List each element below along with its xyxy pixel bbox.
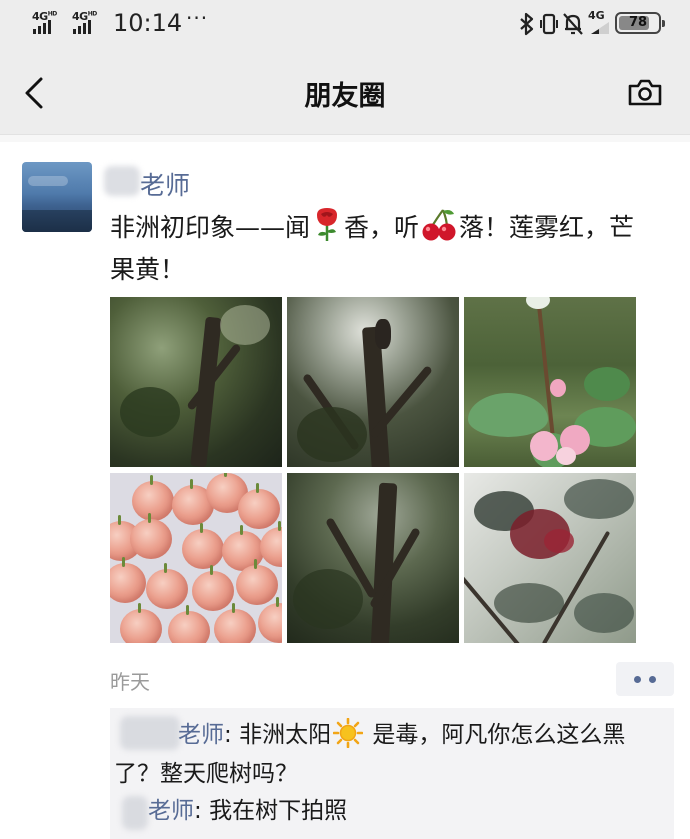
signal-4g-hd-icon-2: 4GHD: [72, 10, 104, 34]
comment-item[interactable]: 老师: 非洲太阳 是毒，阿凡你怎么这么黑了？整天爬树吗？: [114, 716, 670, 794]
more-notifications-icon: ···: [186, 6, 209, 30]
page-title: 朋友圈: [304, 81, 386, 112]
bluetooth-icon: [520, 12, 534, 36]
battery-icon: 78: [615, 12, 665, 34]
comments-section: 老师: 非洲太阳 是毒，阿凡你怎么这么黑了？整天爬树吗？ 老师: 我在树下拍照: [110, 708, 674, 839]
flowering-branches-photo[interactable]: [464, 473, 636, 643]
vibrate-icon: [540, 13, 558, 35]
post-timestamp: 昨天: [110, 670, 150, 694]
mute-bell-icon: [563, 13, 583, 35]
signal-4g-hd-icon: 4GHD: [32, 10, 64, 34]
post-author-name[interactable]: 老师: [140, 166, 190, 202]
clock: 10:14: [113, 9, 183, 37]
comment-text: 我在树下拍照: [209, 798, 348, 824]
navigation-bar: 朋友圈: [0, 50, 690, 134]
signal-4g-icon: 4G: [588, 9, 612, 35]
dot-icon: [649, 676, 656, 683]
camera-icon[interactable]: [627, 77, 663, 107]
wax-apples-plate-photo[interactable]: [110, 473, 282, 643]
header-divider: [0, 134, 690, 142]
comment-text-part-1: 非洲太阳: [239, 722, 332, 748]
post-text: 非洲初印象——闻 香，听 落！莲雾红，芒果黄！: [110, 206, 650, 291]
wax-apple-branch-photo[interactable]: [464, 297, 636, 467]
comment-item[interactable]: 老师: 我在树下拍照: [114, 792, 670, 831]
post-text-part-1: 非洲初印象——闻: [110, 213, 311, 242]
post-text-part-2: 香，听: [344, 213, 420, 242]
sun-emoji: [333, 718, 364, 748]
comment-author[interactable]: 老师: [178, 722, 224, 748]
blurred-name-mask: [104, 166, 140, 196]
person-in-tree-photo[interactable]: [287, 297, 459, 467]
dot-icon: [634, 676, 641, 683]
tree-trunk-photo[interactable]: [287, 473, 459, 643]
rose-emoji: [317, 208, 338, 241]
avatar[interactable]: [22, 162, 92, 232]
comment-author[interactable]: 老师: [148, 798, 194, 824]
status-bar: 4GHD 4GHD 10:14 ··· 4G 78: [0, 0, 690, 50]
tree-canopy-photo[interactable]: [110, 297, 282, 467]
battery-level: 78: [628, 15, 648, 30]
photo-grid: [110, 297, 636, 643]
cherries-emoji: [422, 209, 456, 241]
more-actions-button[interactable]: [616, 662, 674, 696]
